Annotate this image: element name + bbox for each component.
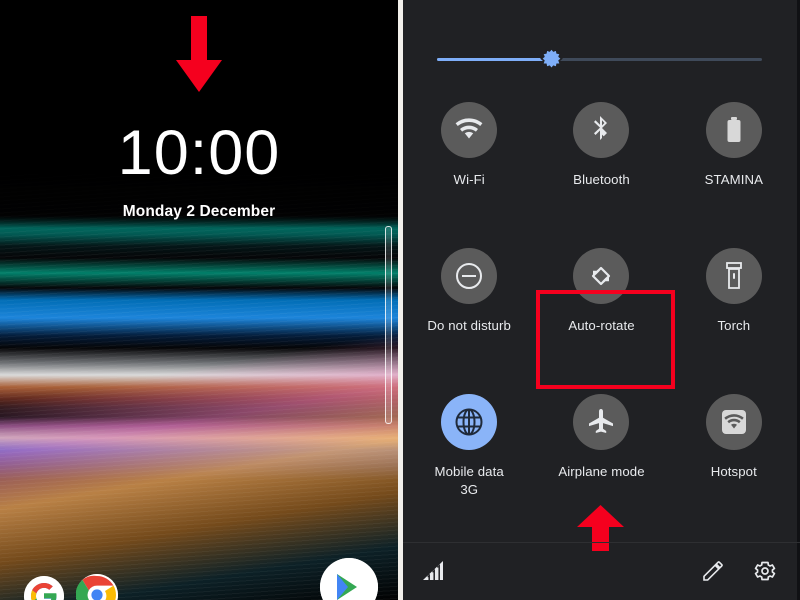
page-scrollbar[interactable] (385, 226, 392, 424)
bluetooth-icon (594, 116, 608, 140)
tile-label: Hotspot (710, 464, 757, 479)
tile-wifi[interactable]: Wi-Fi (403, 96, 535, 242)
auto-rotate-tile-circle[interactable] (573, 248, 630, 304)
quick-settings-bottom-bar (403, 542, 800, 600)
tile-label: Torch (717, 318, 751, 333)
hotspot-icon (721, 410, 746, 434)
tile-mobile-data[interactable]: Mobile data 3G (403, 388, 535, 534)
brightness-sun-icon[interactable] (539, 48, 563, 71)
chrome-icon[interactable] (76, 574, 118, 600)
tile-auto-rotate[interactable]: Auto-rotate (535, 242, 667, 388)
tile-row: Do not disturb Auto-rotate Torch (403, 242, 800, 388)
tile-label: Wi-Fi (453, 172, 485, 187)
google-icon[interactable] (24, 576, 64, 600)
tile-label: STAMINA (704, 172, 763, 187)
torch-tile-circle[interactable] (705, 248, 762, 304)
screenshot-root: 10:00 Monday 2 December Wi-Fi Bluetooth … (0, 0, 800, 600)
tile-label: Mobile data (434, 464, 504, 479)
gear-settings-icon[interactable] (753, 559, 777, 583)
quick-settings-panel: Wi-Fi Bluetooth STAMINA Do not disturb A… (403, 0, 800, 600)
mobile-data-tile-circle[interactable] (441, 394, 498, 450)
tile-label: Auto-rotate (568, 318, 635, 333)
lockscreen-clock: 10:00 (117, 118, 281, 188)
tile-bluetooth[interactable]: Bluetooth (535, 96, 667, 242)
hotspot-tile-circle[interactable] (705, 394, 762, 450)
tile-torch[interactable]: Torch (668, 242, 800, 388)
signal-strength-icon[interactable] (423, 561, 445, 581)
battery-icon (727, 117, 741, 142)
lockscreen-date: Monday 2 December (122, 203, 276, 220)
do-not-disturb-icon (456, 263, 483, 289)
airplane-icon (589, 409, 614, 433)
tile-hotspot[interactable]: Hotspot (668, 388, 800, 534)
globe-icon (455, 408, 483, 436)
stamina-tile-circle[interactable] (705, 102, 762, 158)
pencil-edit-icon[interactable] (701, 559, 725, 583)
tile-label: Do not disturb (427, 318, 511, 333)
do-not-disturb-tile-circle[interactable] (441, 248, 498, 304)
bluetooth-tile-circle[interactable] (573, 102, 630, 158)
auto-rotate-icon (592, 266, 611, 286)
brightness-slider-fill (437, 58, 551, 61)
airplane-tile-circle[interactable] (573, 394, 630, 450)
tile-stamina[interactable]: STAMINA (668, 96, 800, 242)
brightness-slider[interactable] (437, 48, 762, 71)
torch-icon (725, 262, 742, 289)
wifi-tile-circle[interactable] (441, 102, 498, 158)
tile-sublabel: 3G (460, 481, 478, 497)
play-store-icon[interactable] (320, 558, 378, 600)
tile-do-not-disturb[interactable]: Do not disturb (403, 242, 535, 388)
lockscreen-panel: 10:00 Monday 2 December (0, 0, 398, 600)
tile-row: Wi-Fi Bluetooth STAMINA (403, 96, 800, 242)
wifi-icon (455, 118, 483, 139)
red-down-arrow-icon (176, 16, 222, 92)
quick-settings-tiles: Wi-Fi Bluetooth STAMINA Do not disturb A… (403, 96, 800, 534)
tile-label: Bluetooth (573, 172, 630, 187)
tile-label: Airplane mode (558, 464, 645, 479)
